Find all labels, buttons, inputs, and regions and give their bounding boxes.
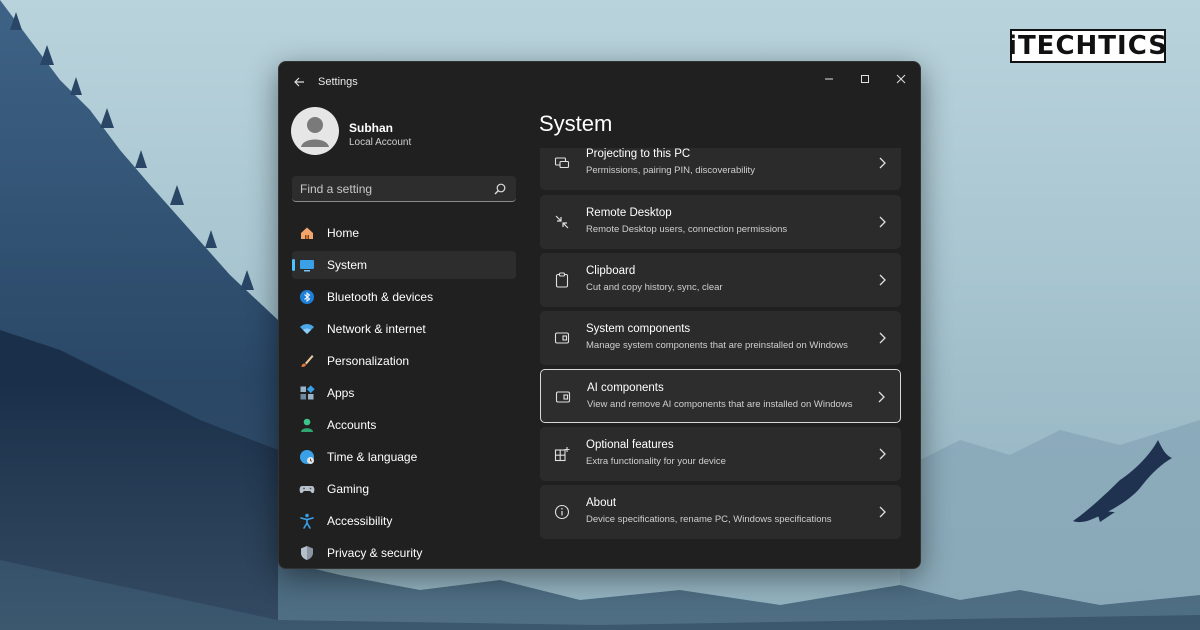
chevron-right-icon (879, 448, 886, 460)
chevron-right-icon (879, 157, 886, 169)
card-description: Device specifications, rename PC, Window… (586, 514, 832, 525)
card-clipboard[interactable]: Clipboard Cut and copy history, sync, cl… (540, 253, 901, 307)
sidebar-item-label: Accounts (327, 418, 377, 432)
sidebar-item-label: System (327, 258, 368, 272)
card-optional-features[interactable]: Optional features Extra functionality fo… (540, 427, 901, 481)
page-title: System (539, 111, 613, 136)
info-icon (554, 504, 570, 520)
chevron-right-icon (879, 506, 886, 518)
search-input[interactable] (300, 181, 480, 197)
back-arrow-icon (294, 77, 304, 87)
accessibility-icon (300, 513, 314, 529)
card-description: Manage system components that are preins… (586, 340, 848, 351)
gamepad-icon (299, 486, 315, 494)
card-about[interactable]: About Device specifications, rename PC, … (540, 485, 901, 539)
sidebar-item-apps[interactable]: Apps (292, 379, 516, 407)
card-title: About (586, 497, 617, 509)
itechtics-logo: iTECHTICS (1008, 29, 1168, 63)
card-system-components[interactable]: System components Manage system componen… (540, 311, 901, 365)
maximize-icon (861, 75, 869, 83)
card-title: Remote Desktop (586, 207, 672, 219)
sidebar-item-bluetooth[interactable]: Bluetooth & devices (292, 283, 516, 311)
sidebar-item-label: Gaming (327, 482, 370, 496)
sidebar-item-accounts[interactable]: Accounts (292, 411, 516, 439)
optional-features-icon (554, 447, 570, 462)
home-icon (301, 227, 313, 239)
search-icon[interactable] (493, 182, 507, 196)
sidebar-item-network[interactable]: Network & internet (292, 315, 516, 343)
globe-icon (300, 450, 314, 464)
remote-desktop-icon (555, 215, 569, 229)
card-projecting[interactable]: Projecting to this PC Permissions, pairi… (540, 148, 901, 190)
card-description: Cut and copy history, sync, clear (586, 282, 723, 293)
minimize-icon (825, 78, 833, 80)
close-button[interactable] (884, 66, 918, 92)
chevron-right-icon (879, 216, 886, 228)
sidebar-item-label: Time & language (327, 450, 418, 464)
sidebar-nav: Home System Bluetooth & devices Network … (292, 219, 516, 568)
sidebar-item-personalization[interactable]: Personalization (292, 347, 516, 375)
window-title: Settings (318, 76, 358, 88)
maximize-button[interactable] (848, 66, 882, 92)
ai-components-icon (555, 391, 571, 403)
sidebar-item-label: Apps (327, 386, 355, 400)
accounts-icon (301, 418, 313, 432)
apps-icon (300, 385, 315, 400)
projecting-icon (554, 157, 570, 169)
back-button[interactable] (289, 72, 309, 92)
wifi-icon (300, 324, 314, 334)
sidebar-item-label: Privacy & security (327, 546, 423, 560)
bluetooth-icon (300, 290, 314, 304)
sidebar-item-label: Network & internet (327, 322, 426, 336)
title-bar: Settings (279, 62, 920, 102)
system-icon (300, 260, 314, 272)
sidebar-item-privacy-security[interactable]: Privacy & security (292, 539, 516, 567)
chevron-right-icon (878, 391, 885, 403)
sidebar-item-home[interactable]: Home (292, 219, 516, 247)
sidebar-item-system[interactable]: System (292, 251, 516, 279)
card-description: Remote Desktop users, connection permiss… (586, 224, 788, 235)
sidebar-item-label: Personalization (327, 354, 410, 368)
shield-icon (301, 546, 313, 560)
user-profile[interactable]: Subhan Local Account (291, 107, 531, 159)
minimize-button[interactable] (812, 66, 846, 92)
sidebar-item-gaming[interactable]: Gaming (292, 475, 516, 503)
brush-icon (301, 355, 314, 367)
components-icon (554, 332, 570, 344)
card-title: System components (586, 323, 691, 335)
sidebar-item-time-language[interactable]: Time & language (292, 443, 516, 471)
account-type: Local Account (349, 137, 412, 148)
logo-text: iTECHTICS (1008, 31, 1168, 61)
search-box[interactable] (292, 176, 516, 202)
card-title: AI components (587, 382, 664, 394)
sidebar-item-label: Bluetooth & devices (327, 290, 434, 304)
avatar (291, 107, 339, 155)
close-icon (896, 74, 906, 84)
card-ai-components[interactable]: AI components View and remove AI compone… (540, 369, 901, 423)
chevron-right-icon (879, 274, 886, 286)
sidebar-item-label: Accessibility (327, 514, 393, 528)
settings-list: Projecting to this PC Permissions, pairi… (540, 148, 901, 568)
chevron-right-icon (879, 332, 886, 344)
settings-window: Settings Subhan Local Account Find a set… (278, 61, 921, 569)
user-name: Subhan (349, 121, 393, 135)
clipboard-icon (555, 272, 569, 288)
sidebar-item-label: Home (327, 226, 360, 240)
card-title: Projecting to this PC (586, 148, 691, 160)
card-title: Optional features (586, 439, 674, 451)
card-title: Clipboard (586, 265, 636, 277)
card-description: View and remove AI components that are i… (587, 399, 853, 410)
sidebar-item-accessibility[interactable]: Accessibility (292, 507, 516, 535)
user-avatar-icon (301, 117, 329, 147)
card-description: Permissions, pairing PIN, discoverabilit… (586, 165, 755, 176)
card-description: Extra functionality for your device (586, 456, 726, 467)
card-remote-desktop[interactable]: Remote Desktop Remote Desktop users, con… (540, 195, 901, 249)
